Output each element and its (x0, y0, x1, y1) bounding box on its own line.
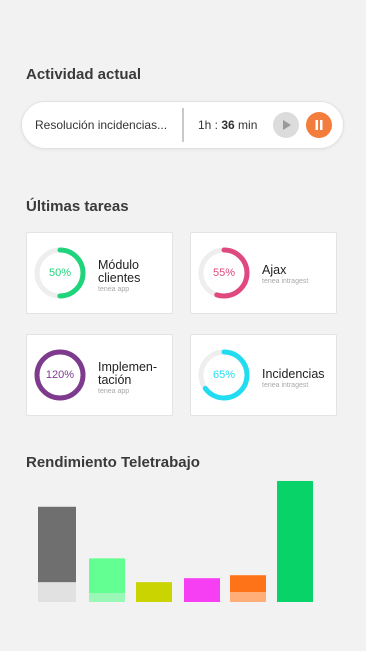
pause-button[interactable] (306, 112, 332, 138)
tasks-section-title: Últimas tareas (26, 198, 129, 215)
current-task-name: Resolución incidencias... (35, 118, 168, 132)
task-name: Ajax tenea intragest (262, 264, 334, 286)
pause-icon (315, 120, 323, 130)
task-card-implementacion[interactable]: 120% Implemen-tación tenea app (26, 334, 173, 416)
task-name: Incidencias tenea intragest (262, 368, 334, 390)
bar-1-segment-1 (38, 582, 76, 602)
activity-divider (182, 108, 184, 142)
task-card-ajax[interactable]: 55% Ajax tenea intragest (190, 232, 337, 314)
performance-bar-chart (38, 480, 313, 602)
bar-1-segment-2 (38, 506, 76, 583)
task-percent: 120% (45, 369, 75, 381)
task-project: tenea intragest (262, 278, 309, 285)
task-project: tenea intragest (262, 382, 309, 389)
bar-6-segment-2 (277, 480, 313, 602)
task-project: tenea app (98, 286, 130, 293)
play-icon (283, 120, 291, 130)
bar-2-segment-1 (89, 593, 125, 602)
task-percent: 65% (212, 369, 236, 381)
play-button[interactable] (273, 112, 299, 138)
task-project: tenea app (98, 388, 130, 395)
current-activity-bar[interactable]: Resolución incidencias... 1h : 36 min (21, 101, 344, 149)
chart-section-title: Rendimiento Teletrabajo (26, 454, 200, 471)
task-name: Módulo clientes tenea app (98, 259, 170, 294)
bar-2-segment-2 (89, 558, 125, 594)
bar-5-segment-2 (230, 575, 266, 593)
task-name: Implemen-tación tenea app (98, 361, 170, 396)
task-card-modulo-clientes[interactable]: 50% Módulo clientes tenea app (26, 232, 173, 314)
bar-5-segment-1 (230, 592, 266, 602)
task-percent: 55% (212, 267, 236, 279)
activity-section-title: Actividad actual (26, 66, 142, 83)
elapsed-time: 1h : 36 min (198, 118, 258, 132)
task-card-incidencias[interactable]: 65% Incidencias tenea intragest (190, 334, 337, 416)
task-percent: 50% (48, 267, 72, 279)
bar-4-segment-2 (184, 578, 220, 602)
bar-3-segment-2 (136, 582, 172, 602)
